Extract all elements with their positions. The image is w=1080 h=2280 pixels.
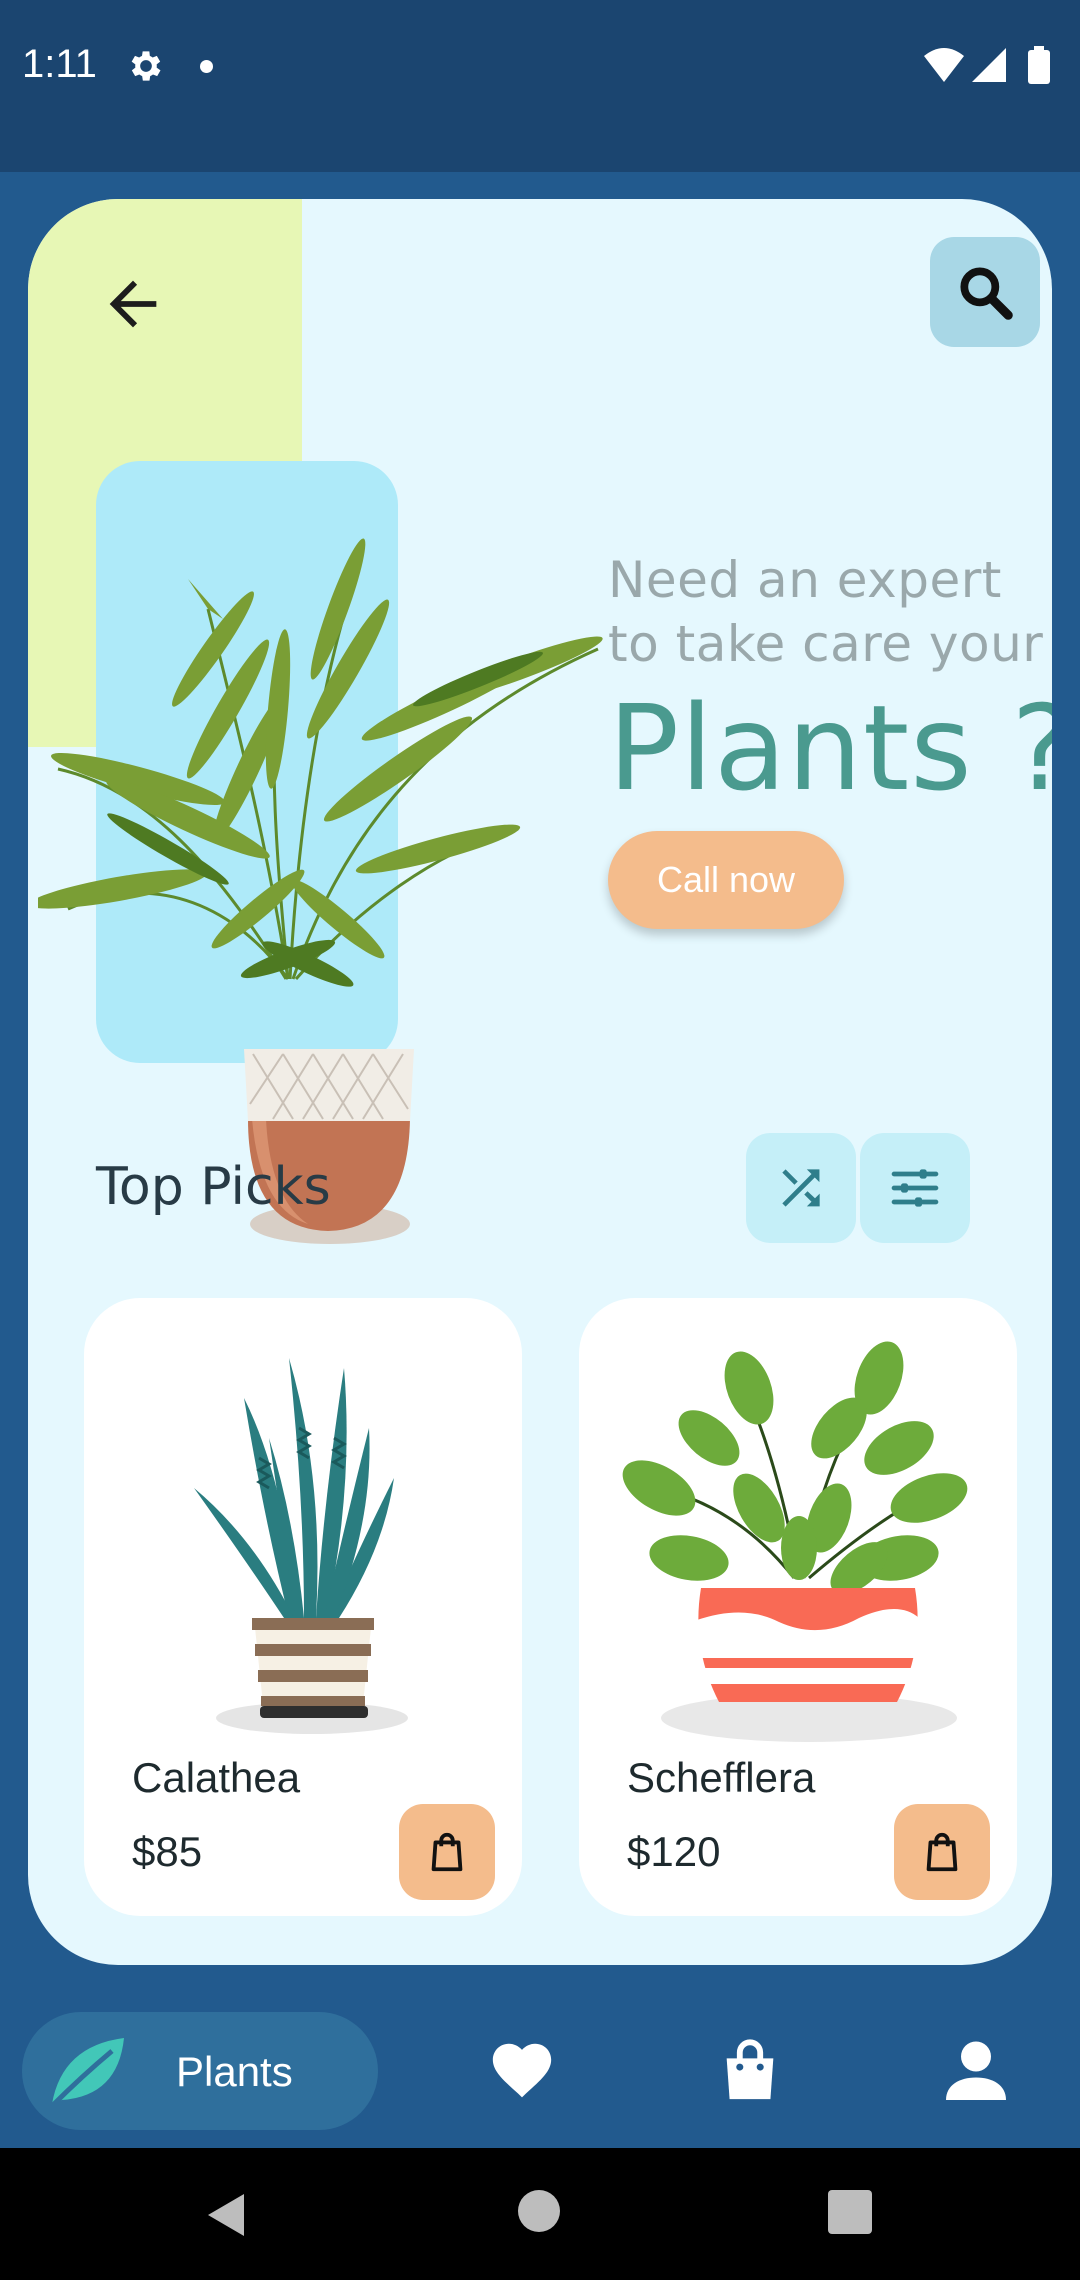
product-card[interactable]: Schefflera $120: [579, 1298, 1017, 1916]
sliders-icon: [891, 1169, 939, 1207]
leaf-icon: [50, 2038, 124, 2108]
signal-icon: [972, 48, 1006, 82]
call-now-button[interactable]: Call now: [608, 831, 844, 929]
shopping-bag-icon: [431, 1832, 463, 1872]
shuffle-button[interactable]: [746, 1133, 856, 1243]
product-price: $120: [627, 1828, 721, 1875]
shopping-bag-icon: [726, 2039, 774, 2100]
system-home-icon[interactable]: [518, 2190, 560, 2232]
shopping-bag-icon: [926, 1832, 958, 1872]
hero-line-2: to take care your: [608, 615, 1044, 673]
notification-dot: [200, 60, 213, 73]
filter-button[interactable]: [860, 1133, 970, 1243]
hero-headline: Plants ?: [608, 679, 1052, 817]
add-to-cart-button[interactable]: [894, 1804, 990, 1900]
product-card[interactable]: Calathea $85: [84, 1298, 522, 1916]
system-recents-icon[interactable]: [828, 2190, 872, 2234]
status-time: 1:11: [22, 42, 97, 86]
snake-plant-image: [194, 1358, 408, 1734]
section-title: Top Picks: [96, 1157, 331, 1217]
system-navigation-bar: [0, 2148, 1080, 2280]
system-back-icon[interactable]: [200, 2188, 254, 2242]
profile-icon: [946, 2041, 1006, 2100]
nav-item-favorites[interactable]: [472, 2020, 572, 2120]
add-to-cart-button[interactable]: [399, 1804, 495, 1900]
hero-line-1: Need an expert: [608, 551, 1002, 609]
product-name: Calathea: [132, 1754, 301, 1801]
heart-icon: [492, 2043, 552, 2098]
leafy-plant-image: [622, 1341, 968, 1742]
battery-icon: [1028, 46, 1050, 84]
hero-palm-plant-image: [38, 538, 603, 1244]
search-button[interactable]: [930, 237, 1040, 347]
wifi-icon: [924, 48, 964, 82]
bottom-nav: Plants: [0, 1990, 1080, 2148]
search-icon: [960, 267, 1013, 320]
arrow-left-icon: [109, 280, 157, 328]
nav-plants-label: Plants: [176, 2048, 293, 2095]
nav-item-profile[interactable]: [926, 2020, 1026, 2120]
nav-item-plants[interactable]: Plants: [22, 2012, 378, 2130]
settings-icon: [131, 51, 161, 81]
nav-item-cart[interactable]: [700, 2020, 800, 2120]
product-name: Schefflera: [627, 1754, 816, 1801]
product-price: $85: [132, 1828, 203, 1875]
status-bar: 1:11: [0, 0, 1080, 172]
status-system-icons: [924, 46, 1050, 84]
shuffle-icon: [782, 1169, 820, 1207]
back-button[interactable]: [78, 249, 188, 359]
main-card: Need an expert to take care your Plants …: [28, 199, 1052, 1965]
